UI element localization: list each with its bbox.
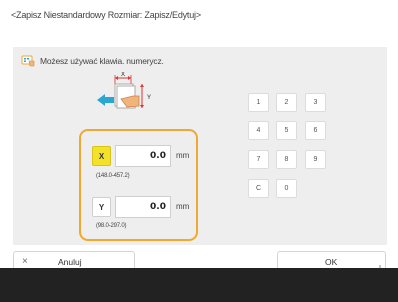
- key-6[interactable]: 6: [305, 121, 326, 140]
- numeric-keypad-hint: Możesz używać klawia. numerycz.: [21, 55, 164, 67]
- x-value-field[interactable]: 0.0: [115, 145, 171, 167]
- x-unit-label: mm: [176, 151, 190, 160]
- key-4[interactable]: 4: [248, 121, 269, 140]
- paper-size-diagram: X Y: [95, 72, 155, 120]
- content-panel: [13, 47, 387, 245]
- key-1[interactable]: 1: [248, 93, 269, 112]
- x-axis-button[interactable]: X: [92, 146, 111, 166]
- key-8[interactable]: 8: [276, 150, 297, 169]
- y-value-field[interactable]: 0.0: [115, 196, 171, 218]
- cancel-button-label: Anuluj: [58, 257, 82, 267]
- key-9[interactable]: 9: [305, 150, 326, 169]
- ok-button-label: OK: [325, 257, 338, 267]
- key-clear[interactable]: C: [248, 179, 269, 198]
- dimension-input-group: X 0.0 mm (148.0-457.2) Y 0.0 mm (98.0-29…: [79, 129, 198, 241]
- key-5[interactable]: 5: [276, 121, 297, 140]
- key-3[interactable]: 3: [305, 93, 326, 112]
- keypad-hint-icon: [21, 55, 35, 67]
- key-7[interactable]: 7: [248, 150, 269, 169]
- y-axis-button[interactable]: Y: [92, 197, 111, 217]
- keypad-hint-text: Możesz używać klawia. numerycz.: [40, 56, 164, 66]
- x-range-label: (148.0-457.2): [96, 173, 130, 179]
- key-2[interactable]: 2: [276, 93, 297, 112]
- key-0[interactable]: 0: [276, 179, 297, 198]
- page-title: <Zapisz Niestandardowy Rozmiar: Zapisz/E…: [11, 10, 201, 20]
- diagram-x-label: X: [121, 72, 125, 78]
- cancel-icon: ×: [22, 256, 28, 267]
- diagram-y-label: Y: [147, 95, 151, 101]
- y-unit-label: mm: [176, 202, 190, 211]
- status-bar: [0, 268, 398, 302]
- y-range-label: (98.0-297.0): [96, 223, 127, 229]
